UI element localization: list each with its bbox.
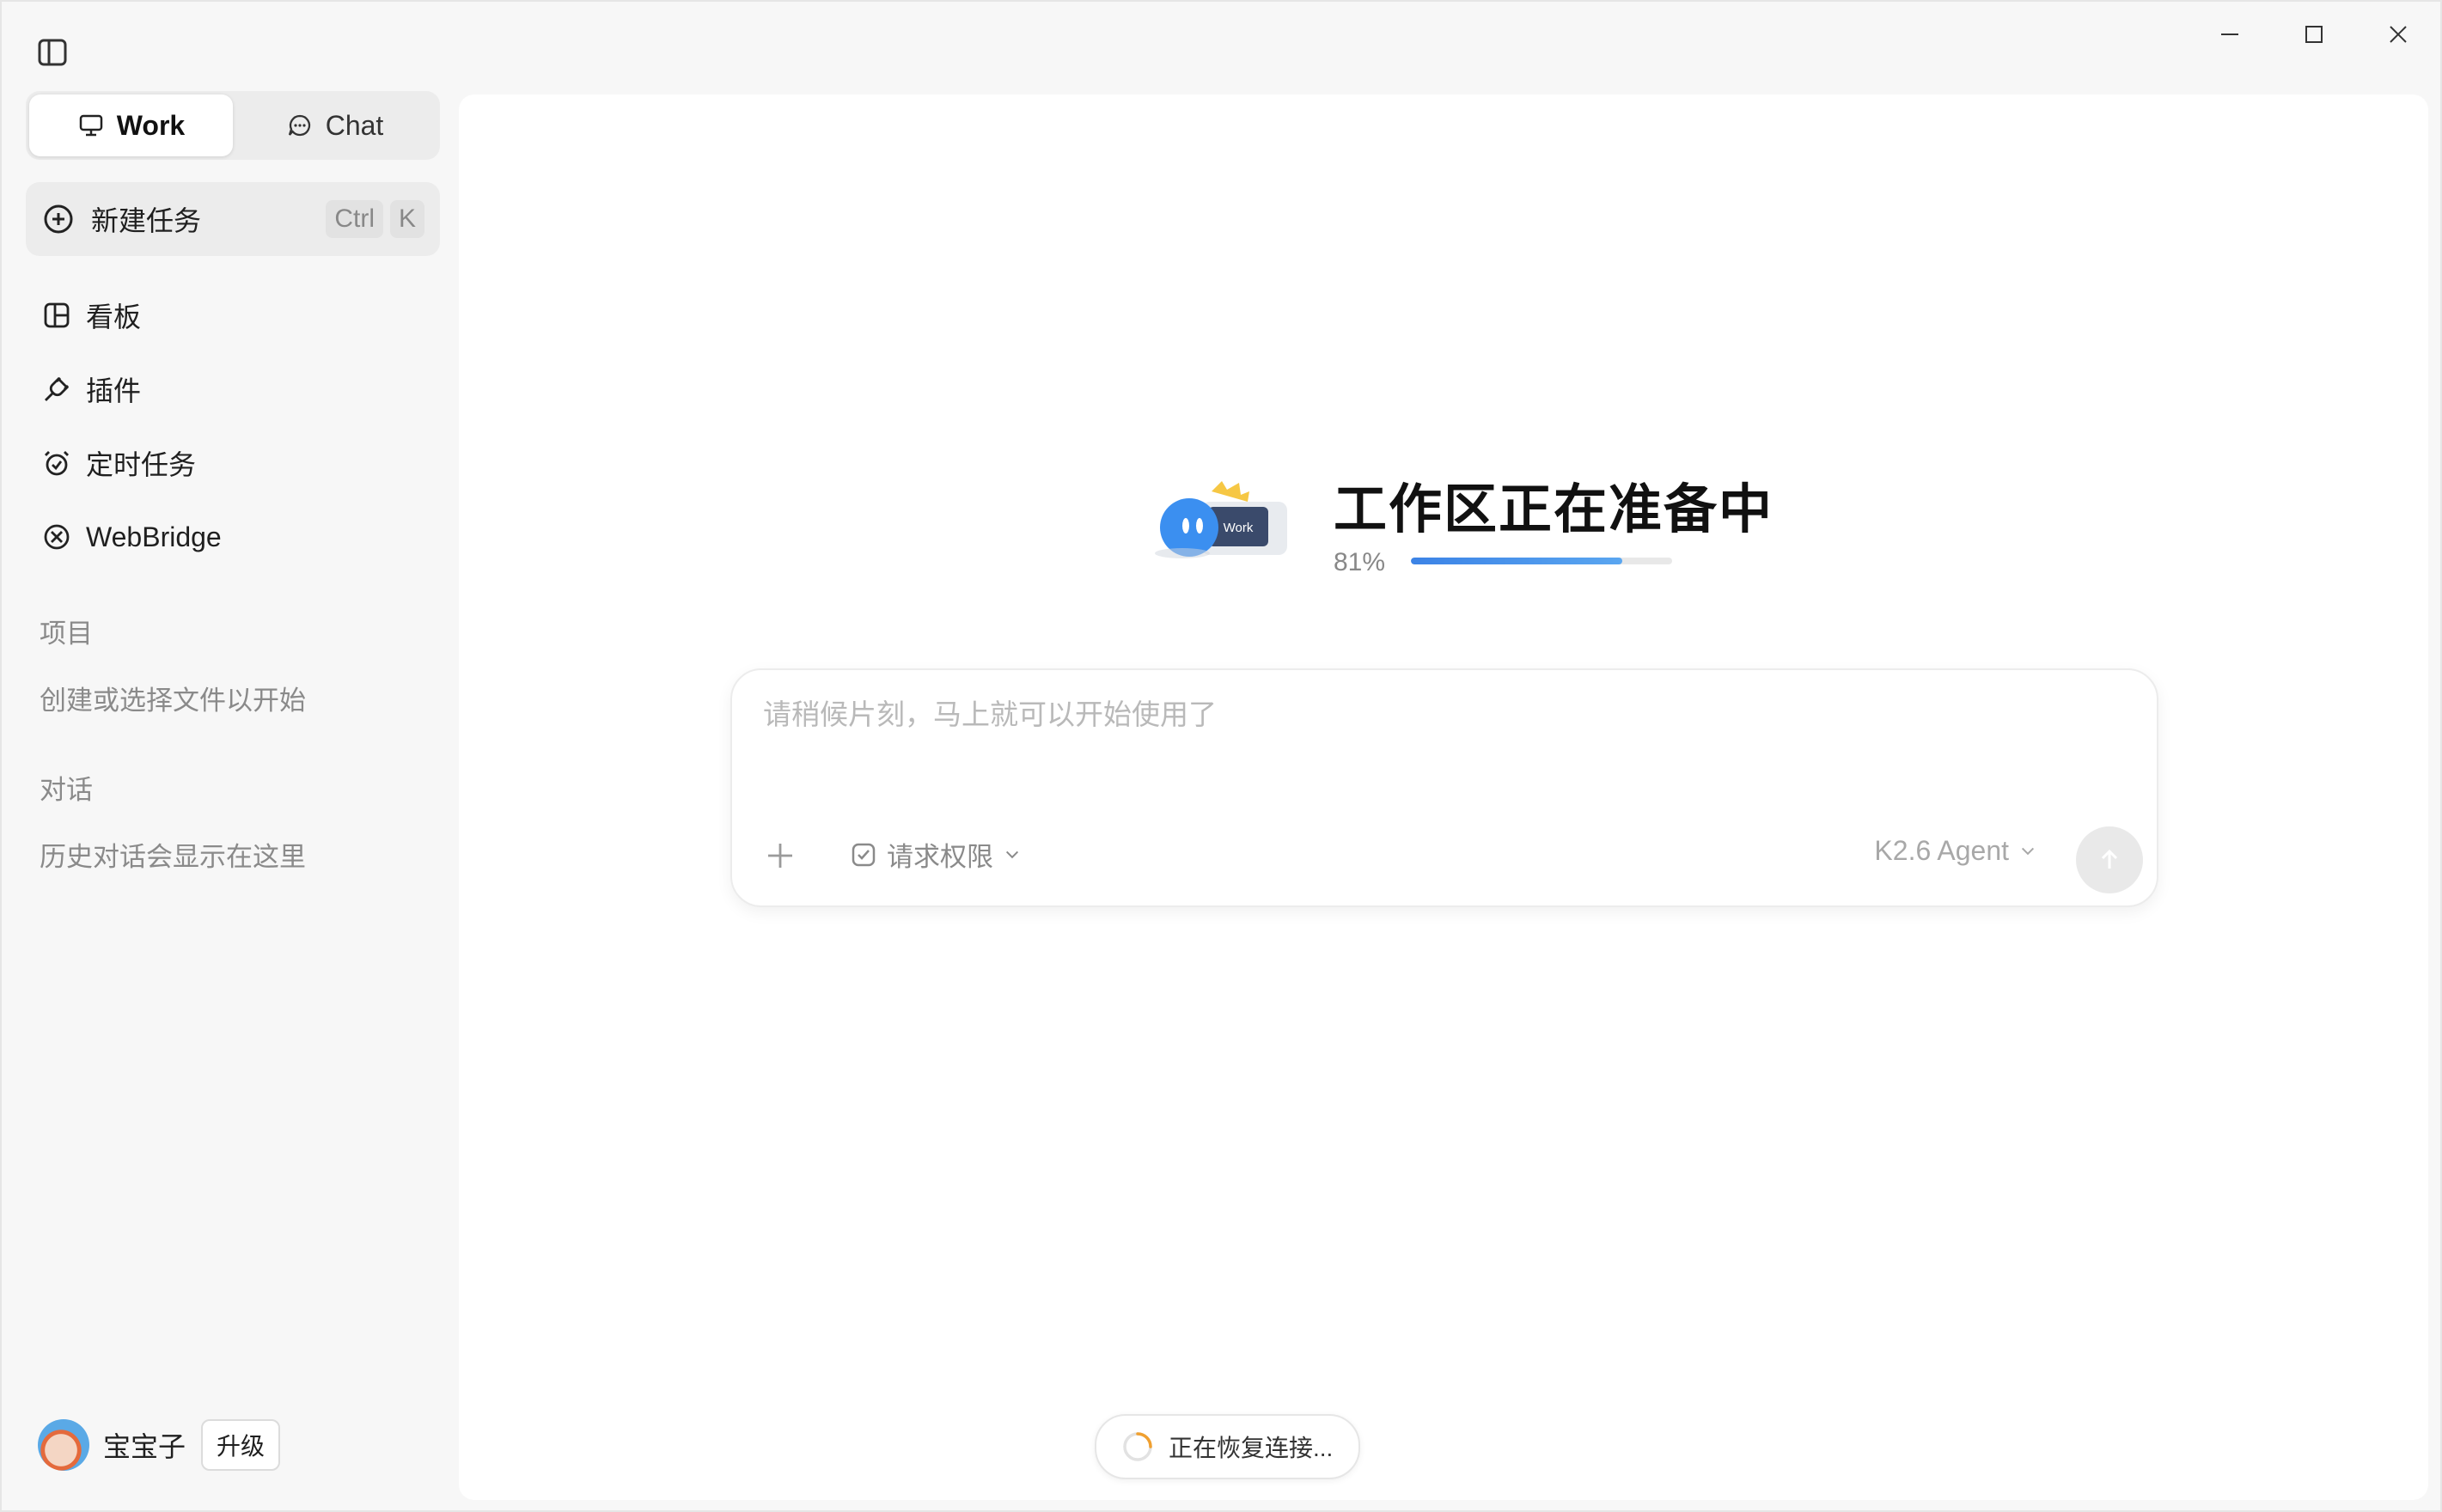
sidebar-item-scheduled-tasks[interactable]: 定时任务 <box>26 426 440 500</box>
tab-work[interactable]: Work <box>29 94 233 156</box>
model-selector[interactable]: K2.6 Agent <box>1874 835 2038 867</box>
tab-chat[interactable]: Chat <box>233 94 437 156</box>
window-controls <box>2188 2 2440 67</box>
shield-check-icon <box>852 843 876 866</box>
plug-icon <box>45 377 69 401</box>
sidebar-item-label: 插件 <box>86 375 142 406</box>
permission-label: 请求权限 <box>887 842 993 872</box>
app-window: Work Chat 新建任务 Ctrl K 看板 插件 定时任务 WebBrid… <box>0 0 2442 1512</box>
sidebar-item-plugins[interactable]: 插件 <box>26 352 440 426</box>
shortcut-key-ctrl: Ctrl <box>326 200 383 238</box>
avatar[interactable] <box>38 1419 89 1471</box>
reconnecting-toast: 正在恢复连接... <box>1095 1414 1361 1479</box>
minimize-icon <box>2221 34 2238 35</box>
conversations-empty-hint: 历史对话会显示在这里 <box>40 842 306 872</box>
message-input[interactable] <box>761 698 2054 732</box>
upgrade-button[interactable]: 升级 <box>201 1419 281 1471</box>
chat-bubble-icon <box>288 114 310 137</box>
send-button[interactable] <box>2076 826 2143 893</box>
sidebar-toggle-icon[interactable] <box>36 36 70 70</box>
plus-circle-icon <box>44 204 73 234</box>
alarm-clock-icon <box>45 451 69 476</box>
chevron-down-icon <box>1005 850 1019 858</box>
permission-dropdown[interactable]: 请求权限 <box>849 835 1023 874</box>
sidebar: Work Chat 新建任务 Ctrl K 看板 插件 定时任务 WebBrid… <box>9 88 455 1510</box>
user-name: 宝宝子 <box>103 1431 186 1462</box>
arrow-up-icon <box>2101 849 2118 869</box>
sidebar-item-board[interactable]: 看板 <box>26 278 440 352</box>
minimize-button[interactable] <box>2188 2 2272 67</box>
workspace-status-title: 工作区正在准备中 <box>1334 480 1774 540</box>
illustration-work-text: Work <box>1224 521 1254 535</box>
progress-bar <box>1411 558 1672 564</box>
mode-switch: Work Chat <box>26 91 440 160</box>
conversations-section-title: 对话 <box>40 775 93 805</box>
loading-spinner-icon <box>1123 1432 1152 1461</box>
progress-bar-fill <box>1411 558 1623 564</box>
workspace-illustration: Work <box>1155 481 1287 558</box>
new-task-label: 新建任务 <box>91 205 202 236</box>
projects-empty-hint: 创建或选择文件以开始 <box>40 686 306 716</box>
tab-work-label: Work <box>116 109 186 141</box>
sidebar-item-label: 看板 <box>86 302 142 332</box>
add-attachment-icon[interactable] <box>763 838 797 873</box>
sidebar-item-label: WebBridge <box>86 521 222 552</box>
toast-text: 正在恢复连接... <box>1169 1435 1334 1461</box>
user-profile[interactable]: 宝宝子 升级 <box>38 1419 281 1471</box>
maximize-icon <box>2305 26 2323 43</box>
sidebar-item-label: 定时任务 <box>86 449 197 480</box>
model-label: K2.6 Agent <box>1874 835 2009 866</box>
close-button[interactable] <box>2356 2 2440 67</box>
monitor-icon <box>79 114 103 137</box>
projects-section-title: 项目 <box>40 619 93 649</box>
maximize-button[interactable] <box>2272 2 2356 67</box>
board-icon <box>44 302 70 328</box>
sidebar-nav: 看板 插件 定时任务 WebBridge <box>26 278 440 574</box>
chevron-down-icon <box>2021 847 2035 855</box>
new-task-button[interactable]: 新建任务 Ctrl K <box>26 182 440 256</box>
close-icon <box>2390 26 2407 43</box>
webbridge-icon <box>44 524 70 550</box>
shortcut-key-k: K <box>389 200 424 238</box>
sidebar-item-webbridge[interactable]: WebBridge <box>26 500 440 574</box>
tab-chat-label: Chat <box>325 109 384 141</box>
progress-percent: 81% <box>1334 548 1386 576</box>
composer: 请求权限 K2.6 Agent <box>730 668 2158 907</box>
